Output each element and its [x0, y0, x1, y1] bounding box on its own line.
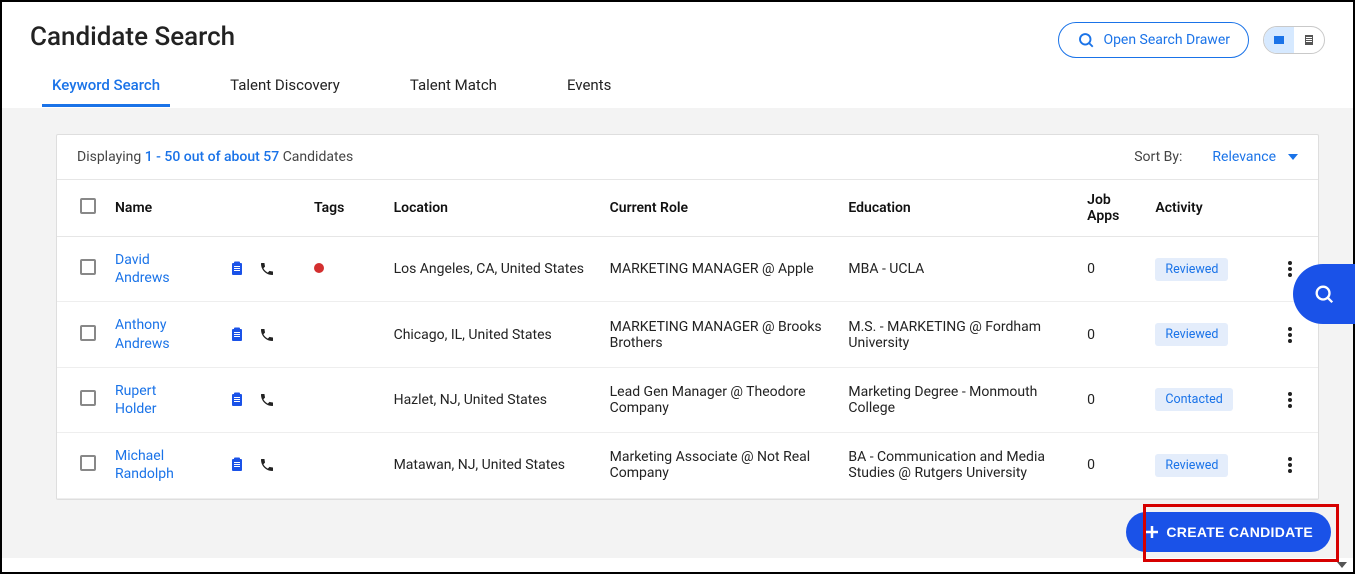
- clipboard-icon[interactable]: [229, 261, 245, 277]
- col-education[interactable]: Education: [840, 180, 1079, 237]
- apps-cell: 0: [1079, 367, 1147, 432]
- view-card-button[interactable]: [1264, 26, 1294, 54]
- activity-badge: Reviewed: [1155, 323, 1228, 346]
- open-search-drawer-button[interactable]: Open Search Drawer: [1058, 22, 1249, 58]
- role-cell: Marketing Associate @ Not Real Company: [602, 433, 841, 498]
- candidate-name-link[interactable]: Michael Randolph: [115, 447, 195, 483]
- results-count: Displaying 1 - 50 out of about 57 Candid…: [77, 149, 353, 165]
- education-cell: MBA - UCLA: [840, 237, 1079, 302]
- role-cell: Lead Gen Manager @ Theodore Company: [602, 367, 841, 432]
- col-job-apps[interactable]: Job Apps: [1079, 180, 1147, 237]
- col-tags[interactable]: Tags: [306, 180, 386, 237]
- clipboard-icon[interactable]: [229, 392, 245, 408]
- tab-bar: Keyword Search Talent Discovery Talent M…: [2, 58, 1353, 108]
- create-candidate-label: CREATE CANDIDATE: [1166, 524, 1313, 540]
- phone-icon[interactable]: [259, 261, 275, 277]
- candidates-table: Name Tags Location Current Role Educatio…: [57, 180, 1318, 499]
- page-title: Candidate Search: [30, 22, 235, 52]
- col-location[interactable]: Location: [386, 180, 602, 237]
- tab-talent-match[interactable]: Talent Match: [400, 76, 507, 107]
- col-activity[interactable]: Activity: [1147, 180, 1272, 237]
- tab-talent-discovery[interactable]: Talent Discovery: [220, 76, 350, 107]
- clipboard-icon[interactable]: [229, 457, 245, 473]
- col-name[interactable]: Name: [107, 180, 221, 237]
- row-checkbox[interactable]: [80, 455, 96, 471]
- plus-icon: [1144, 524, 1160, 540]
- role-cell: MARKETING MANAGER @ Brooks Brothers: [602, 302, 841, 367]
- phone-icon[interactable]: [259, 457, 275, 473]
- clipboard-icon[interactable]: [229, 327, 245, 343]
- col-current-role[interactable]: Current Role: [602, 180, 841, 237]
- chevron-down-icon: [1288, 154, 1298, 160]
- search-icon: [1077, 31, 1095, 49]
- location-cell: Los Angeles, CA, United States: [386, 237, 602, 302]
- activity-badge: Contacted: [1155, 388, 1232, 411]
- select-all-checkbox[interactable]: [80, 198, 96, 214]
- phone-icon[interactable]: [259, 392, 275, 408]
- candidate-name-link[interactable]: Anthony Andrews: [115, 316, 195, 352]
- apps-cell: 0: [1079, 302, 1147, 367]
- activity-badge: Reviewed: [1155, 454, 1228, 477]
- activity-badge: Reviewed: [1155, 258, 1228, 281]
- scroll-down-icon: [1337, 562, 1347, 568]
- education-cell: Marketing Degree - Monmouth College: [840, 367, 1079, 432]
- row-checkbox[interactable]: [80, 325, 96, 341]
- tab-keyword-search[interactable]: Keyword Search: [42, 76, 170, 107]
- education-cell: M.S. - MARKETING @ Fordham University: [840, 302, 1079, 367]
- table-row: Michael Randolph Matawan, NJ, United Sta…: [57, 433, 1318, 498]
- row-checkbox[interactable]: [80, 390, 96, 406]
- location-cell: Chicago, IL, United States: [386, 302, 602, 367]
- list-view-icon: [1303, 34, 1315, 46]
- location-cell: Matawan, NJ, United States: [386, 433, 602, 498]
- table-row: Rupert Holder Hazlet, NJ, United States …: [57, 367, 1318, 432]
- results-panel: Displaying 1 - 50 out of about 57 Candid…: [56, 134, 1319, 500]
- view-list-button[interactable]: [1294, 26, 1324, 54]
- card-view-icon: [1273, 34, 1285, 46]
- table-row: Anthony Andrews Chicago, IL, United Stat…: [57, 302, 1318, 367]
- tag-dot[interactable]: [314, 263, 324, 273]
- location-cell: Hazlet, NJ, United States: [386, 367, 602, 432]
- sort-dropdown[interactable]: Relevance: [1212, 149, 1298, 165]
- create-candidate-button[interactable]: CREATE CANDIDATE: [1126, 512, 1331, 552]
- candidate-name-link[interactable]: Rupert Holder: [115, 382, 195, 418]
- candidate-name-link[interactable]: David Andrews: [115, 251, 195, 287]
- table-row: David Andrews Los Angeles, CA, United St…: [57, 237, 1318, 302]
- row-menu-button[interactable]: [1280, 321, 1310, 349]
- results-range: 1 - 50 out of about 57: [145, 149, 280, 165]
- apps-cell: 0: [1079, 237, 1147, 302]
- role-cell: MARKETING MANAGER @ Apple: [602, 237, 841, 302]
- open-search-drawer-label: Open Search Drawer: [1103, 32, 1230, 48]
- row-menu-button[interactable]: [1280, 386, 1310, 414]
- row-checkbox[interactable]: [80, 259, 96, 275]
- sort-value: Relevance: [1212, 149, 1276, 165]
- education-cell: BA - Communication and Media Studies @ R…: [840, 433, 1079, 498]
- sort-label: Sort By:: [1134, 149, 1182, 165]
- view-toggle[interactable]: [1263, 26, 1325, 54]
- phone-icon[interactable]: [259, 327, 275, 343]
- search-icon: [1313, 283, 1335, 305]
- tab-events[interactable]: Events: [557, 76, 621, 107]
- apps-cell: 0: [1079, 433, 1147, 498]
- floating-search-button[interactable]: [1293, 264, 1355, 324]
- row-menu-button[interactable]: [1280, 451, 1310, 479]
